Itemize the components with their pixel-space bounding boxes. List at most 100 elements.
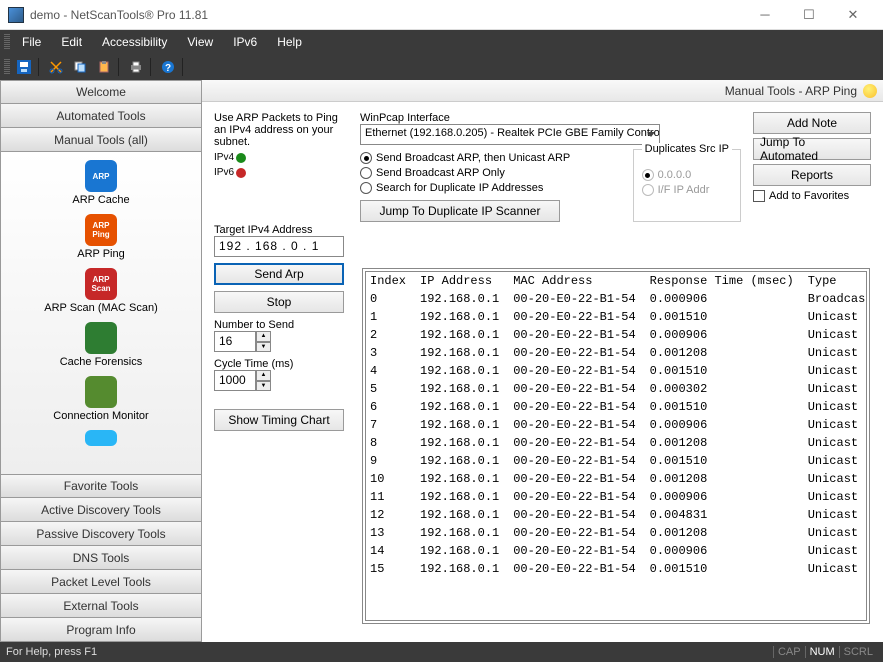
sidebar-bottom-6[interactable]: Program Info: [0, 618, 202, 642]
table-row[interactable]: 13192.168.0.100-20-E0-22-B1-540.001208Un…: [366, 524, 867, 542]
cycle-label: Cycle Time (ms): [214, 358, 348, 370]
duplicates-group: Duplicates Src IP 0.0.0.0 I/F IP Addr: [633, 149, 741, 222]
table-row[interactable]: 9192.168.0.100-20-E0-22-B1-540.001510Uni…: [366, 452, 867, 470]
table-row[interactable]: 6192.168.0.100-20-E0-22-B1-540.001510Uni…: [366, 398, 867, 416]
radio-broadcast-only[interactable]: Send Broadcast ARP Only: [360, 167, 625, 179]
sidebar-automated[interactable]: Automated Tools: [0, 104, 202, 128]
help-icon[interactable]: ?: [157, 57, 179, 77]
radio-dup-if[interactable]: I/F IP Addr: [642, 184, 732, 196]
number-spinner[interactable]: ▲▼: [256, 331, 271, 352]
tool-label: ARP Cache: [72, 194, 129, 206]
add-favorites-checkbox[interactable]: Add to Favorites: [753, 190, 871, 202]
description-text: Use ARP Packets to Ping an IPv4 address …: [214, 112, 348, 148]
menu-view[interactable]: View: [177, 32, 223, 52]
check-icon: [236, 153, 246, 163]
app-icon: [8, 7, 24, 23]
sidebar-bottom-3[interactable]: DNS Tools: [0, 546, 202, 570]
reports-button[interactable]: Reports: [753, 164, 871, 186]
number-label: Number to Send: [214, 319, 348, 331]
tool-icon: ARPScan: [85, 268, 117, 300]
save-icon[interactable]: [13, 57, 35, 77]
print-icon[interactable]: [125, 57, 147, 77]
paste-icon[interactable]: [93, 57, 115, 77]
status-cap: CAP: [773, 646, 805, 658]
titlebar: demo - NetScanTools® Pro 11.81 ─ ☐ ✕: [0, 0, 883, 30]
window-title: demo - NetScanTools® Pro 11.81: [30, 8, 208, 22]
add-note-button[interactable]: Add Note: [753, 112, 871, 134]
winpcap-dropdown[interactable]: Ethernet (192.168.0.205) - Realtek PCIe …: [360, 124, 660, 145]
tool-icon: ARPPing: [85, 214, 117, 246]
table-row[interactable]: 2192.168.0.100-20-E0-22-B1-540.000906Uni…: [366, 326, 867, 344]
send-arp-button[interactable]: Send Arp: [214, 263, 344, 285]
jump-automated-button[interactable]: Jump To Automated: [753, 138, 871, 160]
table-row[interactable]: 1192.168.0.100-20-E0-22-B1-540.001510Uni…: [366, 308, 867, 326]
jump-duplicate-button[interactable]: Jump To Duplicate IP Scanner: [360, 200, 560, 222]
col-index: Index: [366, 272, 416, 290]
target-ip-input[interactable]: 192 . 168 . 0 . 1: [214, 236, 344, 257]
copy-icon[interactable]: [69, 57, 91, 77]
menu-accessibility[interactable]: Accessibility: [92, 32, 177, 52]
table-row[interactable]: 15192.168.0.100-20-E0-22-B1-540.001510Un…: [366, 560, 867, 578]
tool-icon: ARP: [85, 160, 117, 192]
minimize-button[interactable]: ─: [743, 1, 787, 29]
main-header: Manual Tools - ARP Ping: [202, 80, 883, 102]
lightbulb-icon[interactable]: [863, 84, 877, 98]
sidebar-bottom-0[interactable]: Favorite Tools: [0, 474, 202, 498]
menu-help[interactable]: Help: [267, 32, 312, 52]
radio-dup-zero[interactable]: 0.0.0.0: [642, 169, 732, 181]
sidebar-bottom-4[interactable]: Packet Level Tools: [0, 570, 202, 594]
table-row[interactable]: 10192.168.0.100-20-E0-22-B1-540.001208Un…: [366, 470, 867, 488]
tool-label: Connection Monitor: [53, 410, 148, 422]
main-header-title: Manual Tools - ARP Ping: [725, 84, 857, 98]
sidebar-tool-4[interactable]: Connection Monitor: [1, 372, 201, 426]
status-scrl: SCRL: [839, 646, 877, 658]
table-row[interactable]: 8192.168.0.100-20-E0-22-B1-540.001208Uni…: [366, 434, 867, 452]
close-button[interactable]: ✕: [831, 1, 875, 29]
col-resp: Response Time (msec): [646, 272, 804, 290]
cycle-input[interactable]: 1000: [214, 370, 256, 391]
radio-broadcast-unicast[interactable]: Send Broadcast ARP, then Unicast ARP: [360, 152, 625, 164]
sidebar-tool-3[interactable]: Cache Forensics: [1, 318, 201, 372]
ipv4-status: IPv4: [214, 152, 348, 163]
grip-icon: [4, 59, 10, 75]
results-table[interactable]: IndexIP AddressMAC AddressResponse Time …: [365, 271, 867, 621]
sidebar-bottom-5[interactable]: External Tools: [0, 594, 202, 618]
col-mac: MAC Address: [509, 272, 645, 290]
cycle-spinner[interactable]: ▲▼: [256, 370, 271, 391]
sidebar: Welcome Automated Tools Manual Tools (al…: [0, 80, 202, 642]
number-input[interactable]: 16: [214, 331, 256, 352]
table-row[interactable]: 12192.168.0.100-20-E0-22-B1-540.004831Un…: [366, 506, 867, 524]
sidebar-manual[interactable]: Manual Tools (all): [0, 128, 202, 152]
statusbar: For Help, press F1 CAP NUM SCRL: [0, 642, 883, 662]
table-row[interactable]: 5192.168.0.100-20-E0-22-B1-540.000302Uni…: [366, 380, 867, 398]
grip-icon: [4, 34, 10, 50]
table-row[interactable]: 3192.168.0.100-20-E0-22-B1-540.001208Uni…: [366, 344, 867, 362]
winpcap-label: WinPcap Interface: [360, 112, 741, 124]
cut-icon[interactable]: [45, 57, 67, 77]
radio-search-duplicate[interactable]: Search for Duplicate IP Addresses: [360, 182, 625, 194]
table-row[interactable]: 11192.168.0.100-20-E0-22-B1-540.000906Un…: [366, 488, 867, 506]
sidebar-bottom-1[interactable]: Active Discovery Tools: [0, 498, 202, 522]
sidebar-welcome[interactable]: Welcome: [0, 80, 202, 104]
tool-icon: [85, 430, 117, 446]
table-row[interactable]: 7192.168.0.100-20-E0-22-B1-540.000906Uni…: [366, 416, 867, 434]
menubar: File Edit Accessibility View IPv6 Help: [0, 30, 883, 54]
sidebar-tool-more[interactable]: [1, 426, 201, 452]
sidebar-tool-0[interactable]: ARP ARP Cache: [1, 156, 201, 210]
menu-ipv6[interactable]: IPv6: [223, 32, 267, 52]
maximize-button[interactable]: ☐: [787, 1, 831, 29]
timing-chart-button[interactable]: Show Timing Chart: [214, 409, 344, 431]
x-icon: [236, 168, 246, 178]
stop-button[interactable]: Stop: [214, 291, 344, 313]
sidebar-tool-2[interactable]: ARPScanARP Scan (MAC Scan): [1, 264, 201, 318]
tool-icon: [85, 322, 117, 354]
tool-label: ARP Ping: [77, 248, 125, 260]
menu-file[interactable]: File: [12, 32, 51, 52]
sidebar-bottom-2[interactable]: Passive Discovery Tools: [0, 522, 202, 546]
sidebar-tool-1[interactable]: ARPPing ARP Ping: [1, 210, 201, 264]
target-label: Target IPv4 Address: [214, 224, 348, 236]
table-row[interactable]: 4192.168.0.100-20-E0-22-B1-540.001510Uni…: [366, 362, 867, 380]
menu-edit[interactable]: Edit: [51, 32, 92, 52]
table-row[interactable]: 0192.168.0.100-20-E0-22-B1-540.000906Bro…: [366, 290, 867, 308]
table-row[interactable]: 14192.168.0.100-20-E0-22-B1-540.000906Un…: [366, 542, 867, 560]
